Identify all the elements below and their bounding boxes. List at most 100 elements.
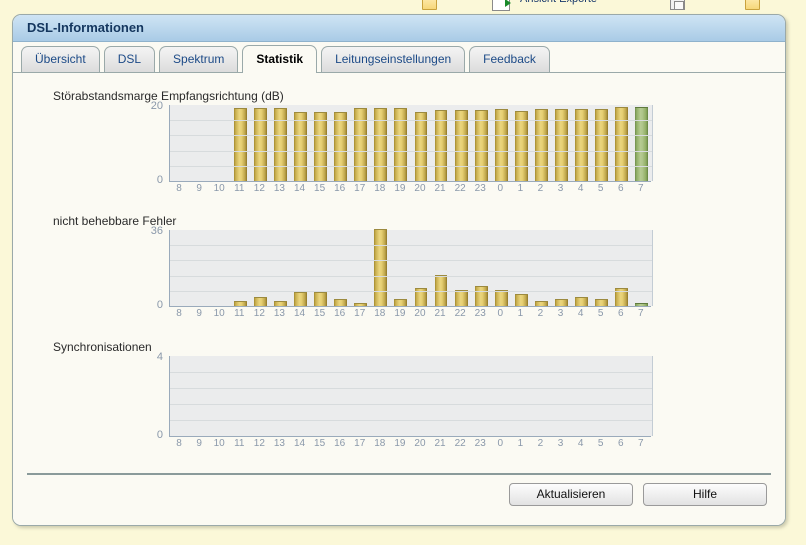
x-tick-label: 6 <box>611 436 631 452</box>
bar-slot <box>170 105 190 181</box>
tab-statistik[interactable]: Statistik <box>242 45 317 73</box>
toolbar-label[interactable]: Ansicht Exporte <box>520 0 597 9</box>
dsl-info-panel: DSL-Informationen Übersicht DSL Spektrum… <box>12 14 786 526</box>
bar <box>314 112 327 181</box>
bar <box>254 108 267 181</box>
x-tick-label: 12 <box>249 436 269 452</box>
bar <box>294 112 307 181</box>
bar-slot <box>371 230 391 306</box>
bar-series <box>170 356 652 436</box>
folder-small-icon[interactable] <box>745 0 760 10</box>
gridline <box>170 388 652 389</box>
tab-uebersicht[interactable]: Übersicht <box>21 46 100 72</box>
bar <box>515 111 528 181</box>
x-tick-label: 13 <box>269 436 289 452</box>
bar <box>595 299 608 306</box>
bar-slot <box>632 230 652 306</box>
plot-area-wrapper: 4 0 891011121314151617181920212223012345… <box>169 356 653 436</box>
y-axis-min-label: 0 <box>123 300 163 311</box>
x-tick-label: 17 <box>350 436 370 452</box>
bar-slot <box>572 105 592 181</box>
x-tick-label: 9 <box>189 436 209 452</box>
y-axis-min-label: 0 <box>123 430 163 441</box>
bar-slot <box>230 356 250 436</box>
x-tick-label: 15 <box>310 181 330 197</box>
bar-slot <box>210 230 230 306</box>
bar <box>374 108 387 181</box>
tab-spektrum[interactable]: Spektrum <box>159 46 238 72</box>
y-axis-max-label: 36 <box>123 226 163 237</box>
bar-slot <box>511 105 531 181</box>
x-tick-label: 4 <box>571 181 591 197</box>
x-tick-label: 21 <box>430 306 450 322</box>
bar-slot <box>351 356 371 436</box>
bar-slot <box>491 105 511 181</box>
statistics-content: Störabstandsmarge Empfangsrichtung (dB) … <box>13 73 785 495</box>
x-tick-label: 10 <box>209 181 229 197</box>
x-tick-label: 17 <box>350 306 370 322</box>
bar <box>475 286 488 306</box>
gridline <box>170 245 652 246</box>
bar-slot <box>511 356 531 436</box>
folder-icon[interactable] <box>422 0 437 10</box>
bar <box>635 107 648 181</box>
x-tick-label: 8 <box>169 436 189 452</box>
plot-area <box>169 105 653 181</box>
bar-slot <box>391 356 411 436</box>
plot-area <box>169 230 653 306</box>
page-title: DSL-Informationen <box>13 15 785 42</box>
plot-area-wrapper: 36 0 89101112131415161718192021222301234… <box>169 230 653 306</box>
tab-feedback[interactable]: Feedback <box>469 46 550 72</box>
bar <box>394 108 407 181</box>
x-tick-label: 5 <box>591 181 611 197</box>
refresh-button[interactable]: Aktualisieren <box>509 483 633 506</box>
x-tick-label: 16 <box>330 306 350 322</box>
x-axis-ticks: 89101112131415161718192021222301234567 <box>169 181 651 197</box>
y-axis-max-label: 4 <box>123 352 163 363</box>
gridline <box>170 260 652 261</box>
x-tick-label: 11 <box>229 306 249 322</box>
bar <box>294 292 307 306</box>
x-tick-label: 1 <box>510 436 530 452</box>
bar-slot <box>331 230 351 306</box>
bar-slot <box>531 230 551 306</box>
bar-slot <box>592 105 612 181</box>
bar <box>615 107 628 181</box>
x-tick-label: 4 <box>571 436 591 452</box>
bar-slot <box>311 105 331 181</box>
bar-slot <box>491 356 511 436</box>
x-tick-label: 1 <box>510 181 530 197</box>
x-tick-label: 14 <box>289 181 309 197</box>
bar-slot <box>411 230 431 306</box>
bar <box>555 299 568 306</box>
window-icon[interactable] <box>670 0 685 10</box>
x-tick-label: 8 <box>169 306 189 322</box>
bar-slot <box>270 356 290 436</box>
bar-slot <box>210 356 230 436</box>
x-tick-label: 4 <box>571 306 591 322</box>
bar-slot <box>170 356 190 436</box>
bar-slot <box>351 230 371 306</box>
x-tick-label: 13 <box>269 181 289 197</box>
x-tick-label: 10 <box>209 436 229 452</box>
y-axis-max-label: 20 <box>123 101 163 112</box>
x-tick-label: 0 <box>490 306 510 322</box>
bar <box>575 297 588 306</box>
help-button[interactable]: Hilfe <box>643 483 767 506</box>
bar-slot <box>391 230 411 306</box>
bar <box>374 229 387 306</box>
tab-leitungseinstellungen[interactable]: Leitungseinstellungen <box>321 46 465 72</box>
x-tick-label: 3 <box>550 181 570 197</box>
bar-slot <box>632 356 652 436</box>
bar <box>334 299 347 306</box>
bar-slot <box>190 356 210 436</box>
bar <box>394 299 407 306</box>
bar-slot <box>250 105 270 181</box>
browser-toolbar-strip: Ansicht Exporte <box>0 0 806 11</box>
x-tick-label: 7 <box>631 181 651 197</box>
bar-slot <box>290 105 310 181</box>
x-tick-label: 1 <box>510 306 530 322</box>
bar <box>234 108 247 181</box>
tab-dsl[interactable]: DSL <box>104 46 155 72</box>
bar-slot <box>531 105 551 181</box>
